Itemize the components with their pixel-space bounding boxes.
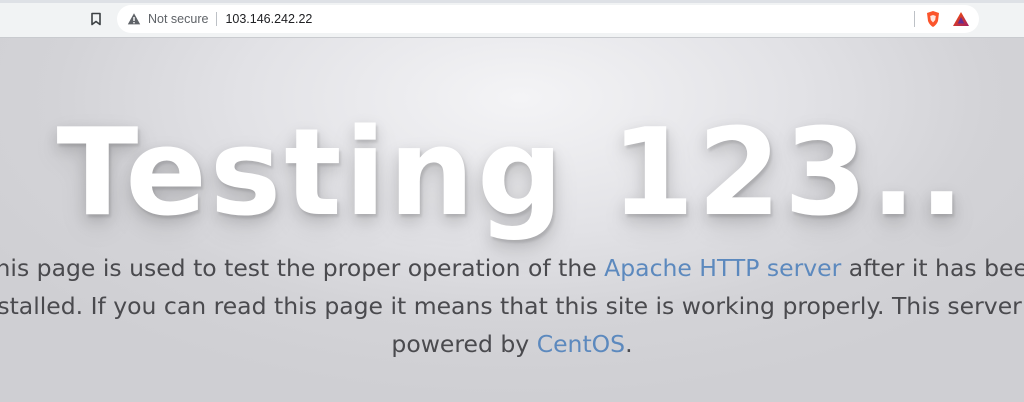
lead-line-1: This page is used to test the proper ope… <box>0 249 1024 287</box>
page-lead: This page is used to test the proper ope… <box>0 249 1024 363</box>
brave-shield-button[interactable] <box>923 9 943 29</box>
omnibox-actions <box>914 5 979 33</box>
tab-strip-edge <box>0 0 1024 3</box>
url-text[interactable]: 103.146.242.22 <box>225 12 312 26</box>
not-secure-label: Not secure <box>148 12 209 26</box>
lead-line-2: installed. If you can read this page it … <box>0 292 1024 320</box>
security-indicator[interactable]: Not secure <box>127 5 208 33</box>
apache-link[interactable]: Apache HTTP server <box>604 254 841 282</box>
omnibox-divider <box>914 11 915 27</box>
lead-text: . <box>625 330 633 358</box>
url-separator <box>216 12 218 26</box>
lead-line-3: powered by CentOS. <box>0 325 1024 363</box>
brave-rewards-button[interactable] <box>951 9 971 29</box>
brave-rewards-icon <box>953 12 969 26</box>
page-content: Testing 123.. This page is used to test … <box>0 38 1024 402</box>
lead-text: This page is used to test the proper ope… <box>0 254 605 282</box>
warning-icon <box>127 12 141 26</box>
brave-shield-icon <box>927 11 939 27</box>
bookmark-button[interactable] <box>86 9 106 29</box>
lead-text: powered by <box>391 330 537 358</box>
address-bar[interactable]: Not secure 103.146.242.22 <box>117 5 979 33</box>
page-title: Testing 123.. <box>56 104 968 243</box>
centos-link[interactable]: CentOS <box>537 330 625 358</box>
browser-toolbar: Not secure 103.146.242.22 <box>0 0 1024 38</box>
lead-text: after it has been <box>841 254 1024 282</box>
bookmark-icon <box>91 12 101 26</box>
